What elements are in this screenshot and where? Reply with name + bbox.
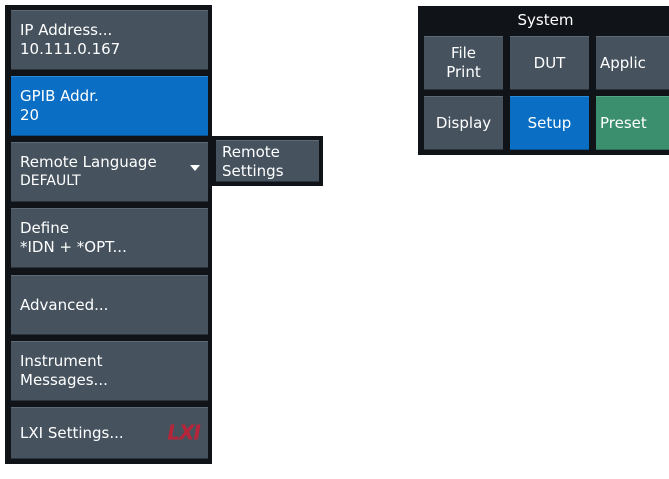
system-title: System (517, 11, 574, 29)
gpib-address-button[interactable]: GPIB Addr. 20 (11, 76, 208, 136)
remote-language-dropdown[interactable]: Remote Language DEFAULT (11, 142, 208, 202)
softkey-value: DEFAULT (20, 173, 81, 189)
dut-button[interactable]: DUT (510, 36, 589, 90)
button-label: Preset (600, 113, 647, 132)
advanced-button[interactable]: Advanced... (11, 275, 208, 335)
submenu-label: Remote (222, 143, 280, 161)
softkey-value: 10.111.0.167 (20, 40, 121, 58)
submenu-panel: Remote Settings (212, 136, 323, 186)
softkey-value: *IDN + *OPT... (20, 238, 127, 256)
instrument-messages-button[interactable]: Instrument Messages... (11, 341, 208, 401)
applic-button[interactable]: Applic (596, 36, 669, 90)
submenu-label-2: Settings (222, 162, 284, 180)
softkey-label: Remote Language (20, 153, 157, 171)
ip-address-button[interactable]: IP Address... 10.111.0.167 (11, 10, 208, 70)
remote-settings-tab[interactable]: Remote Settings (216, 140, 319, 182)
softkey-label: Instrument (20, 352, 103, 370)
preset-button[interactable]: Preset (596, 96, 669, 150)
chevron-down-icon (190, 165, 200, 171)
file-print-button[interactable]: File Print (424, 36, 503, 90)
button-label: Applic (600, 53, 646, 72)
system-panel: System File Print DUT Applic Display Set… (418, 6, 669, 155)
button-label: Setup (527, 113, 572, 132)
softkey-menu: IP Address... 10.111.0.167 GPIB Addr. 20… (5, 5, 212, 464)
button-label: File (450, 44, 477, 62)
softkey-label: LXI Settings... (20, 423, 124, 442)
softkey-label: Define (20, 219, 69, 237)
setup-button[interactable]: Setup (510, 96, 589, 150)
define-idn-opt-button[interactable]: Define *IDN + *OPT... (11, 208, 208, 268)
button-label: DUT (533, 53, 566, 72)
display-button[interactable]: Display (424, 96, 503, 150)
lxi-settings-button[interactable]: LXI Settings... LXI (11, 407, 208, 459)
softkey-value: 20 (20, 106, 40, 124)
button-label: Display (435, 113, 492, 132)
button-label-2: Print (446, 63, 481, 81)
softkey-label-2: Messages... (20, 371, 108, 389)
softkey-label: Advanced... (20, 295, 109, 314)
softkey-label: GPIB Addr. (20, 87, 99, 105)
softkey-label: IP Address... (20, 21, 113, 39)
lxi-logo: LXI (167, 420, 201, 445)
